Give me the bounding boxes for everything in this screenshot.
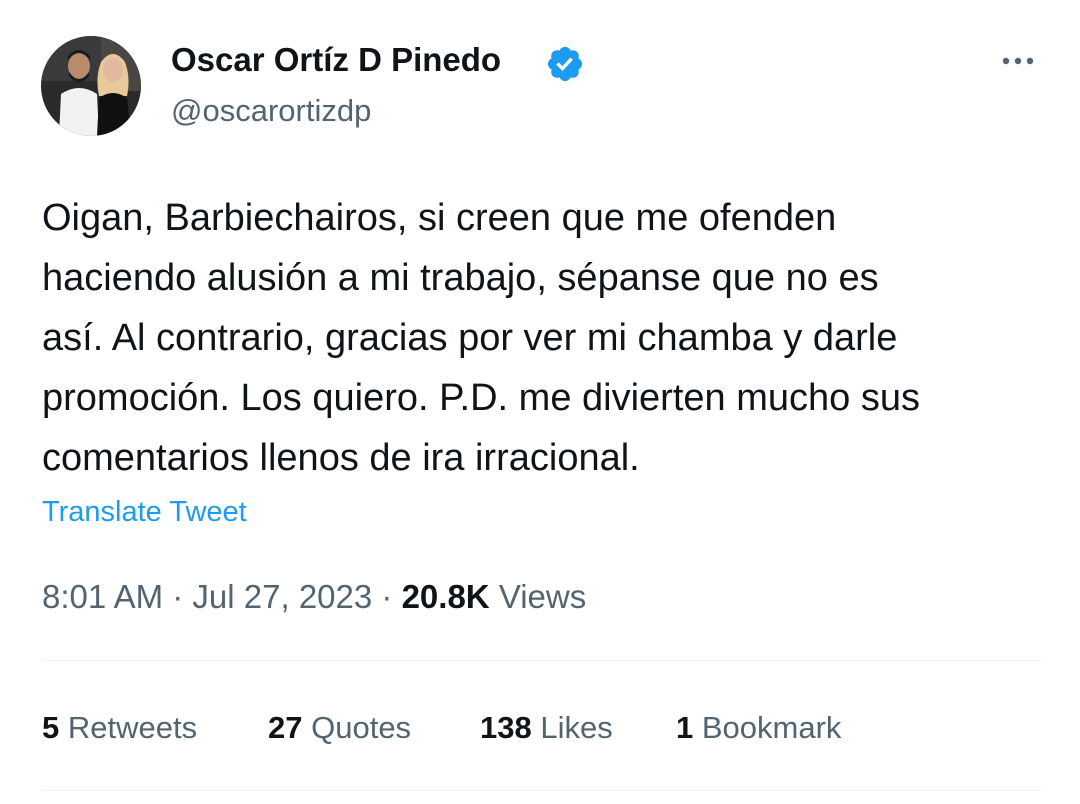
views-count: 20.8K (401, 578, 490, 615)
tweet-text-line: así. Al contrario, gracias por ver mi ch… (42, 317, 898, 359)
separator-dot: · (381, 578, 393, 615)
views-label: Views (498, 578, 587, 615)
quotes-stat[interactable]: 27 Quotes (268, 707, 411, 749)
retweets-label: Retweets (67, 710, 198, 745)
divider (42, 790, 1042, 791)
translate-tweet-link[interactable]: Translate Tweet (42, 492, 247, 532)
quotes-label: Quotes (311, 710, 412, 745)
retweets-count: 5 (42, 710, 60, 745)
tweet-text-line: comentarios llenos de ira irracional. (42, 437, 640, 479)
likes-stat[interactable]: 138 Likes (480, 707, 613, 749)
divider (42, 660, 1042, 661)
separator-dot: · (172, 578, 184, 615)
tweet-time[interactable]: 8:01 AM (42, 578, 163, 615)
more-options-icon[interactable] (996, 44, 1040, 78)
avatar-photo (41, 36, 141, 136)
verified-badge-icon (547, 46, 583, 82)
avatar[interactable] (41, 36, 141, 136)
bookmarks-count: 1 (676, 710, 694, 745)
bookmarks-stat[interactable]: 1 Bookmark (676, 707, 841, 749)
tweet-card: Oscar Ortíz D Pinedo @oscarortizdp Oigan… (0, 0, 1080, 804)
author-handle[interactable]: @oscarortizdp (171, 92, 371, 130)
likes-label: Likes (540, 710, 613, 745)
author-display-name[interactable]: Oscar Ortíz D Pinedo (171, 40, 501, 80)
tweet-metadata: 8:01 AM · Jul 27, 2023 · 20.8K Views (42, 576, 586, 618)
tweet-text-line: Oigan, Barbiechairos, si creen que me of… (42, 197, 837, 239)
tweet-text-line: haciendo alusión a mi trabajo, sépanse q… (42, 257, 879, 299)
tweet-text-line: promoción. Los quiero. P.D. me divierten… (42, 377, 920, 419)
quotes-count: 27 (268, 710, 303, 745)
tweet-text: Oigan, Barbiechairos, si creen que me of… (42, 188, 1042, 488)
likes-count: 138 (480, 710, 532, 745)
tweet-date[interactable]: Jul 27, 2023 (192, 578, 372, 615)
retweets-stat[interactable]: 5 Retweets (42, 707, 197, 749)
bookmarks-label: Bookmark (701, 710, 842, 745)
